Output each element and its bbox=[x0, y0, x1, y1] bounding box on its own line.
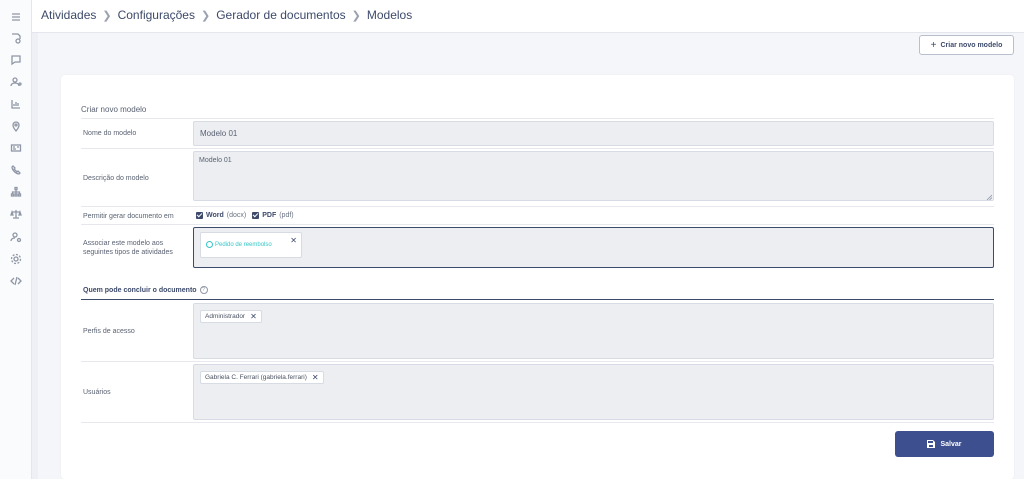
chevron-right-icon: ❯ bbox=[200, 9, 211, 22]
phone-icon[interactable] bbox=[9, 163, 23, 177]
description-textarea[interactable] bbox=[193, 151, 994, 201]
help-icon[interactable]: ? bbox=[199, 286, 208, 294]
org-chart-icon[interactable] bbox=[9, 185, 23, 199]
top-bar: Atividades ❯ Configurações ❯ Gerador de … bbox=[32, 0, 1024, 33]
assoc-label-line-2: seguintes tipos de atividades bbox=[83, 249, 173, 256]
plus-icon: + bbox=[930, 39, 937, 51]
divider bbox=[81, 148, 994, 149]
save-button[interactable]: Salvar bbox=[895, 431, 994, 457]
activity-types-select[interactable] bbox=[193, 227, 994, 268]
activity-type-pill: Pedido de reembolso bbox=[206, 241, 272, 248]
word-label: Word bbox=[206, 212, 224, 219]
activity-type-icon bbox=[206, 241, 213, 248]
new-model-button[interactable]: + Criar novo modelo bbox=[919, 35, 1014, 55]
chevron-right-icon: ❯ bbox=[102, 9, 112, 22]
description-value: Modelo 01 bbox=[199, 157, 232, 164]
breadcrumb-modelos: Modelos bbox=[366, 8, 413, 22]
pdf-checkbox[interactable] bbox=[252, 212, 260, 219]
remove-user-icon[interactable]: ✕ bbox=[312, 373, 319, 382]
remove-profile-icon[interactable]: ✕ bbox=[250, 312, 257, 321]
breadcrumb-gerador[interactable]: Gerador de documentos bbox=[216, 8, 345, 22]
save-label: Salvar bbox=[940, 440, 962, 448]
divider bbox=[81, 422, 994, 423]
profiles-label: Perfis de acesso bbox=[83, 328, 135, 335]
assoc-label: Associar este modelo aos seguintes tipos… bbox=[83, 239, 173, 257]
settings-icon[interactable] bbox=[9, 252, 23, 266]
chart-icon[interactable] bbox=[9, 97, 23, 111]
breadcrumb: Atividades ❯ Configurações ❯ Gerador de … bbox=[41, 8, 412, 22]
assoc-label-line-1: Associar este modelo aos bbox=[83, 240, 164, 247]
divider bbox=[81, 361, 994, 362]
sidebar bbox=[0, 0, 32, 479]
name-label: Nome do modelo bbox=[83, 130, 137, 137]
chat-icon[interactable] bbox=[9, 53, 23, 67]
pdf-ext: (pdf) bbox=[279, 212, 294, 219]
new-model-label: Criar novo modelo bbox=[940, 41, 1003, 49]
name-value: Modelo 01 bbox=[200, 129, 238, 138]
code-icon[interactable] bbox=[9, 274, 23, 288]
contacts-icon[interactable] bbox=[9, 75, 23, 89]
activity-type-chip: Pedido de reembolso ✕ bbox=[200, 232, 302, 258]
remove-activity-type-icon[interactable]: ✕ bbox=[290, 236, 297, 245]
floppy-disk-icon bbox=[927, 440, 936, 448]
allow-label: Permitir gerar documento em bbox=[83, 213, 174, 220]
user-chip: Gabriela C. Ferrari (gabriela.ferrari) ✕ bbox=[200, 371, 324, 384]
location-icon[interactable] bbox=[9, 119, 23, 133]
user-settings-icon[interactable] bbox=[9, 230, 23, 244]
word-checkbox[interactable] bbox=[196, 212, 203, 219]
profile-chip-label: Administrador bbox=[205, 313, 246, 320]
id-card-icon[interactable] bbox=[9, 141, 23, 155]
description-label: Descrição do modelo bbox=[83, 175, 149, 182]
resize-handle-icon[interactable] bbox=[986, 194, 992, 200]
breadcrumb-atividades[interactable]: Atividades bbox=[41, 8, 96, 22]
balance-icon[interactable] bbox=[9, 207, 23, 221]
activity-type-label: Pedido de reembolso bbox=[215, 241, 272, 248]
chevron-right-icon: ❯ bbox=[351, 9, 361, 22]
user-chip-label: Gabriela C. Ferrari (gabriela.ferrari) bbox=[205, 374, 307, 381]
form-title: Criar novo modelo bbox=[81, 105, 147, 114]
word-ext: (docx) bbox=[226, 212, 247, 219]
section-divider bbox=[81, 299, 994, 300]
menu-icon[interactable] bbox=[9, 10, 23, 24]
divider bbox=[81, 118, 994, 119]
format-options: Word (docx) PDF (pdf) bbox=[196, 212, 294, 219]
name-input[interactable] bbox=[193, 121, 994, 146]
profile-chip: Administrador ✕ bbox=[200, 310, 262, 323]
activities-icon[interactable] bbox=[9, 31, 23, 45]
pdf-label: PDF bbox=[262, 212, 277, 219]
breadcrumb-configuracoes[interactable]: Configurações bbox=[118, 8, 195, 22]
section-title: Quem pode concluir o documento ? bbox=[83, 286, 208, 294]
users-label: Usuários bbox=[83, 389, 111, 396]
divider bbox=[81, 224, 994, 225]
divider bbox=[81, 206, 994, 207]
section-title-text: Quem pode concluir o documento bbox=[83, 286, 197, 294]
profiles-select[interactable] bbox=[193, 303, 994, 359]
